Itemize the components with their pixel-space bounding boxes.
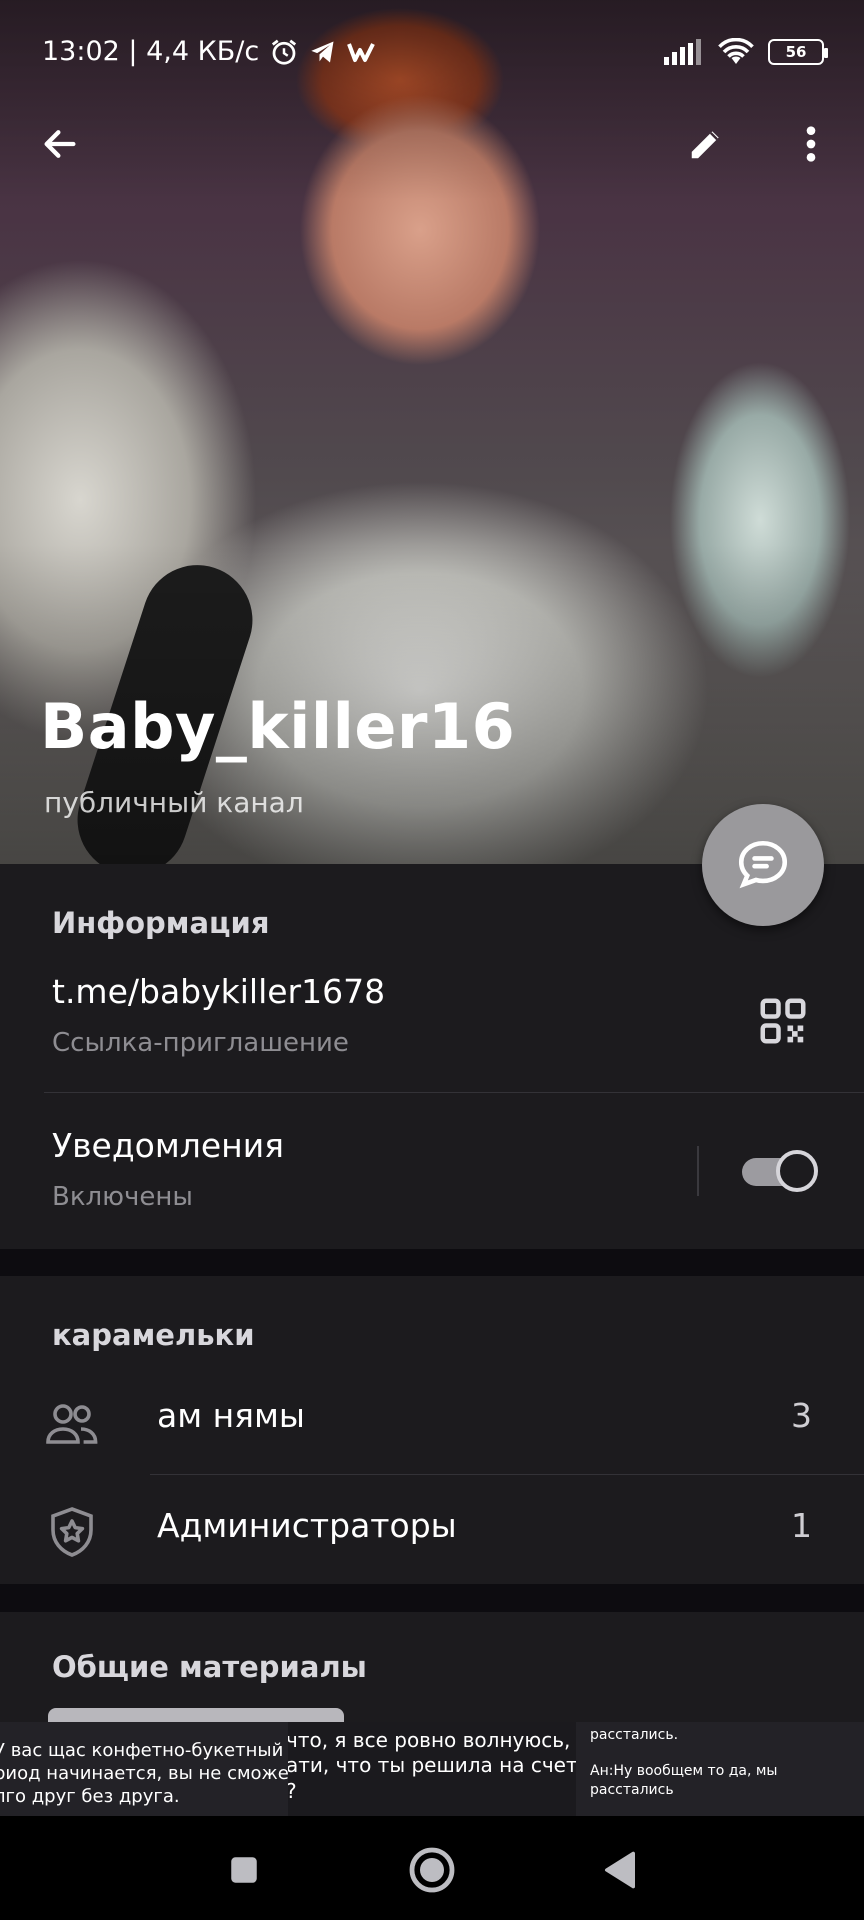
notifications-toggle[interactable] <box>742 1150 818 1192</box>
shared-media-header: Общие материалы <box>52 1650 367 1684</box>
channel-subtitle: публичный канал <box>44 786 304 819</box>
more-options-button[interactable] <box>775 108 847 180</box>
members-section: карамельки ам нямы 3 Администраторы 1 <box>0 1276 864 1584</box>
discussion-button[interactable] <box>702 804 824 926</box>
arrow-back-icon <box>44 130 76 158</box>
info-header: Информация <box>52 906 270 940</box>
caption-text: что, я все ровно волнуюсь, ати, что ты р… <box>288 1728 576 1803</box>
status-right: 56 <box>664 38 828 66</box>
w-app-icon <box>347 42 376 62</box>
more-vertical-icon <box>806 126 816 162</box>
divider <box>44 1092 864 1093</box>
notifications-status: Включены <box>52 1182 193 1212</box>
subscribers-count: 3 <box>791 1396 812 1435</box>
caption-block: что, я все ровно волнуюсь, ати, что ты р… <box>288 1722 576 1816</box>
status-time: 13:02 | 4,4 КБ/с <box>42 36 260 67</box>
divider <box>150 1474 864 1475</box>
alarm-icon <box>272 39 297 65</box>
battery-level: 56 <box>785 43 807 61</box>
people-icon <box>44 1396 100 1452</box>
administrators-label: Администраторы <box>157 1506 457 1545</box>
members-header: карамельки <box>52 1318 255 1352</box>
chat-bubble-icon <box>738 840 788 889</box>
channel-title: Baby_killer16 <box>40 690 516 763</box>
caption-text: расстались. Ан:Ну вообщем то да, мы расс… <box>590 1727 778 1798</box>
info-section: Информация t.me/babykiller1678 Ссылка-пр… <box>0 864 864 1249</box>
pencil-icon <box>691 131 719 159</box>
subscribers-label: ам нямы <box>157 1396 305 1435</box>
home-button[interactable] <box>402 1840 462 1900</box>
invite-link-caption: Ссылка-приглашение <box>52 1028 349 1058</box>
caption-text: У вас щас конфетно-букетный риод начинае… <box>0 1740 288 1807</box>
system-navigation-bar <box>0 1816 864 1920</box>
invite-link[interactable]: t.me/babykiller1678 <box>52 972 385 1011</box>
circle-home-icon <box>409 1847 455 1893</box>
vertical-separator <box>697 1146 699 1196</box>
triangle-back-icon <box>605 1851 635 1889</box>
caption-strip: У вас щас конфетно-букетный риод начинае… <box>0 1722 864 1816</box>
section-gap <box>0 1249 864 1276</box>
telegram-icon <box>311 41 334 62</box>
toggle-thumb <box>776 1150 818 1192</box>
notifications-title: Уведомления <box>52 1126 285 1165</box>
section-gap <box>0 1584 864 1612</box>
shared-media-section: Общие материалы <box>0 1612 864 1722</box>
media-tab-indicator[interactable] <box>48 1708 344 1722</box>
status-bar: 13:02 | 4,4 КБ/с 56 <box>0 30 864 80</box>
status-left: 13:02 | 4,4 КБ/с <box>42 36 377 67</box>
recents-button[interactable] <box>214 1840 274 1900</box>
administrators-count: 1 <box>791 1506 812 1545</box>
edit-button[interactable] <box>670 108 742 180</box>
qr-code-button[interactable] <box>756 994 810 1048</box>
back-button[interactable] <box>24 108 96 180</box>
qr-code-icon <box>760 998 806 1044</box>
caption-block: У вас щас конфетно-букетный риод начинае… <box>0 1722 288 1816</box>
system-back-button[interactable] <box>590 1840 650 1900</box>
battery-icon: 56 <box>768 39 828 65</box>
caption-block: расстались. Ан:Ну вообщем то да, мы расс… <box>576 1722 864 1816</box>
signal-icon <box>664 39 701 65</box>
square-recents-icon <box>231 1857 257 1883</box>
shield-star-icon <box>44 1504 100 1560</box>
wifi-icon <box>718 38 754 64</box>
